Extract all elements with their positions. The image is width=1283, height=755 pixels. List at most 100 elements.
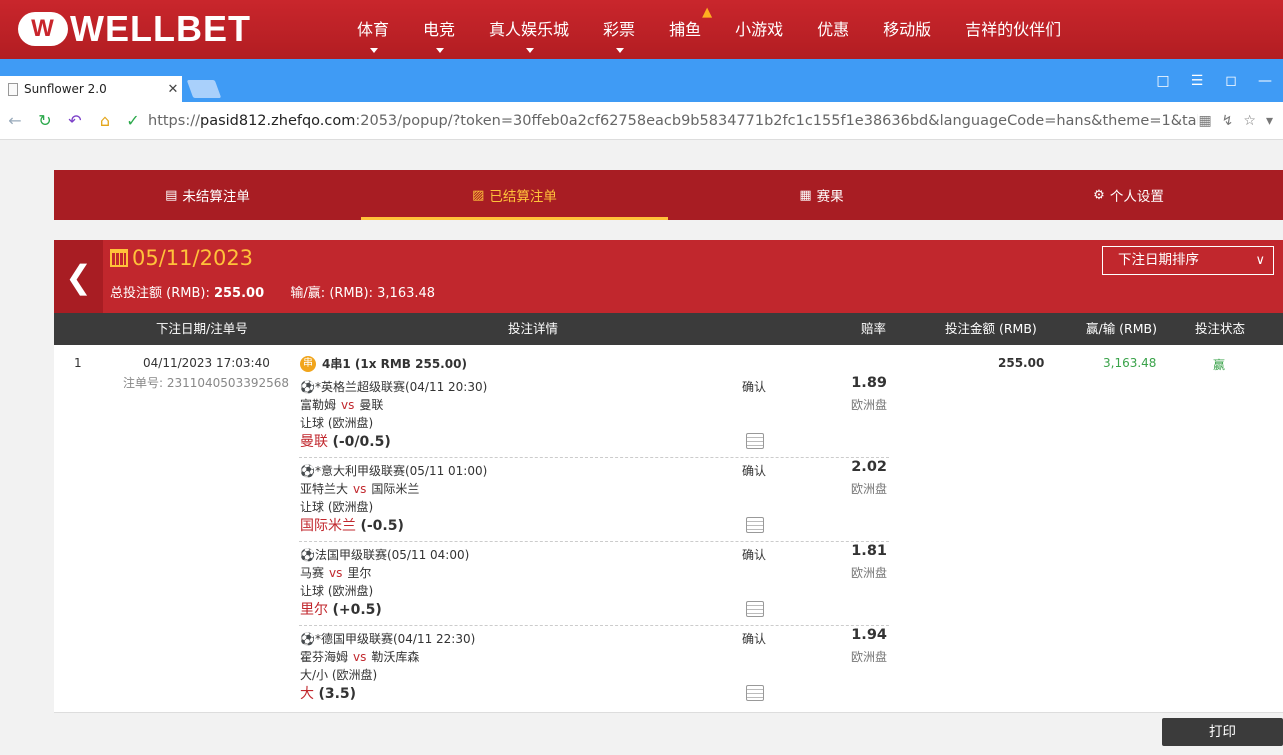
nav-label: 电竞: [423, 20, 456, 39]
qr-code-icon[interactable]: ▦: [1198, 113, 1211, 129]
col-stake: 投注金额 (RMB): [945, 321, 1037, 336]
chevron-down-icon[interactable]: ▾: [1266, 113, 1273, 129]
selection: 大 (3.5): [300, 686, 357, 702]
star-icon[interactable]: ☆: [1243, 113, 1256, 129]
nav-fishing[interactable]: 捕鱼 ▲: [652, 0, 718, 59]
odds-type: 欧洲盘: [850, 650, 887, 664]
back-arrow-icon[interactable]: ❮: [54, 240, 103, 313]
selection: 曼联 (-0/0.5): [300, 434, 391, 450]
tab-label: 个人设置: [1109, 189, 1164, 205]
window-count-icon[interactable]: □: [1153, 73, 1173, 89]
reload-icon[interactable]: ↻: [30, 111, 60, 130]
odds-value: 1.94: [851, 627, 887, 643]
tab-unsettled-bets[interactable]: ▤ 未结算注单: [54, 170, 361, 220]
skin-icon[interactable]: ◻: [1221, 73, 1241, 89]
site-nav: 体育 电竞 真人娱乐城 彩票 捕鱼 ▲ 小游戏 优惠 移动版 吉祥的伙伴们: [340, 0, 1078, 59]
shield-icon[interactable]: ✓: [120, 111, 146, 130]
back-icon[interactable]: ←: [0, 111, 30, 130]
tab-title: Sunflower 2.0: [24, 82, 107, 96]
url-scheme: https://: [148, 112, 200, 129]
page-icon: [8, 82, 18, 96]
col-status: 投注状态: [1195, 321, 1246, 336]
nav-esports[interactable]: 电竞: [406, 0, 472, 59]
soccer-ball-icon: ⚽: [300, 548, 315, 562]
nav-lottery[interactable]: 彩票: [586, 0, 652, 59]
score-board-icon[interactable]: [746, 685, 764, 701]
tab-label: 赛果: [816, 189, 844, 205]
parlay-badge-icon: 串: [300, 355, 316, 372]
nav-label: 优惠: [817, 20, 850, 39]
document-icon: ▨: [472, 187, 485, 203]
flame-icon: ▲: [702, 5, 713, 20]
winloss-label: 输/赢: (RMB):: [290, 286, 374, 301]
score-board-icon[interactable]: [746, 517, 764, 533]
date-text: 05/11/2023: [132, 246, 254, 270]
tab-settled-bets[interactable]: ▨ 已结算注单: [361, 170, 668, 220]
bet-time: 04/11/2023 17:03:40: [143, 356, 270, 370]
nav-live-casino[interactable]: 真人娱乐城: [472, 0, 586, 59]
chevron-down-icon: ∨: [1255, 253, 1265, 268]
soccer-ball-icon: ⚽: [300, 464, 315, 478]
print-button[interactable]: 打印: [1162, 718, 1283, 746]
bet-status: 赢: [1213, 358, 1226, 372]
league-name: ⚽*德国甲级联赛(04/11 22:30): [300, 632, 476, 646]
parlay-summary: 串 4串1 (1x RMB 255.00): [300, 355, 467, 372]
score-board-icon[interactable]: [746, 433, 764, 449]
col-winloss: 赢/输 (RMB): [1086, 321, 1157, 336]
nav-mini-games[interactable]: 小游戏: [718, 0, 800, 59]
nav-promotions[interactable]: 优惠: [800, 0, 866, 59]
lightning-icon[interactable]: ↯: [1222, 113, 1234, 129]
teams: 富勒姆 vs 曼联: [300, 398, 384, 412]
window-controls: □ ☰ ◻ —: [1153, 73, 1275, 89]
sort-select[interactable]: 下注日期排序 ∨: [1102, 246, 1274, 275]
total-stake-label: 总投注额 (RMB):: [110, 286, 210, 301]
close-tab-icon[interactable]: ✕: [164, 82, 182, 97]
minimize-icon[interactable]: —: [1255, 73, 1275, 89]
bet-type: 让球 (欧洲盘): [300, 500, 374, 514]
home-icon[interactable]: ⌂: [90, 111, 120, 130]
url-field[interactable]: https://pasid812.zhefqo.com:2053/popup/?…: [146, 113, 1198, 129]
parlay-leg: ⚽*英格兰超级联赛(04/11 20:30) 富勒姆 vs 曼联 让球 (欧洲盘) …: [299, 374, 889, 458]
menu-icon[interactable]: ☰: [1187, 73, 1207, 89]
col-date-no: 下注日期/注单号: [156, 321, 248, 336]
undo-icon[interactable]: ↶: [60, 111, 90, 130]
nav-label: 小游戏: [735, 20, 784, 39]
bet-history-tabs: ▤ 未结算注单 ▨ 已结算注单 ▦ 赛果 ⚙ 个人设置: [54, 170, 1283, 220]
winloss-value: 3,163.48: [377, 286, 436, 301]
confirm-status: 确认: [742, 548, 767, 562]
nav-label: 移动版: [883, 20, 932, 39]
site-header: W WELLBET 体育 电竞 真人娱乐城 彩票 捕鱼 ▲ 小游戏 优惠 移动版 …: [0, 0, 1283, 59]
nav-label: 捕鱼: [669, 20, 702, 39]
bet-type: 让球 (欧洲盘): [300, 416, 374, 430]
parlay-leg: ⚽*德国甲级联赛(04/11 22:30) 霍芬海姆 vs 勒沃库森 大/小 (欧洲…: [299, 626, 889, 710]
bet-type: 大/小 (欧洲盘): [300, 668, 378, 682]
teams: 霍芬海姆 vs 勒沃库森: [300, 650, 420, 664]
bet-number: 注单号: 2311040503392568: [123, 376, 290, 390]
teams: 马赛 vs 里尔: [300, 566, 372, 580]
score-board-icon[interactable]: [746, 601, 764, 617]
nav-mobile[interactable]: 移动版: [866, 0, 948, 59]
browser-tab-strip: Sunflower 2.0 ✕ □ ☰ ◻ —: [0, 59, 1283, 102]
selection: 国际米兰 (-0.5): [300, 518, 404, 534]
parlay-leg: ⚽*意大利甲级联赛(05/11 01:00) 亚特兰大 vs 国际米兰 让球 (欧洲…: [299, 458, 889, 542]
stake-amount: 255.00: [998, 356, 1045, 370]
confirm-status: 确认: [742, 632, 767, 646]
tab-results[interactable]: ▦ 赛果: [668, 170, 975, 220]
wellbet-logo[interactable]: W WELLBET: [18, 8, 251, 49]
nav-sports[interactable]: 体育: [340, 0, 406, 59]
summary-bar: ❮ 05/11/2023 总投注额 (RMB): 255.00 输/赢: (RM…: [54, 240, 1283, 313]
nav-label: 彩票: [603, 20, 636, 39]
url-host: pasid812.zhefqo.com: [199, 112, 356, 129]
list-icon: ▤: [165, 187, 178, 203]
soccer-ball-icon: ⚽: [300, 632, 315, 646]
caret-down-icon: [436, 48, 445, 53]
caret-down-icon: [616, 48, 625, 53]
sort-label: 下注日期排序: [1118, 252, 1199, 268]
parlay-leg: ⚽法国甲级联赛(05/11 04:00) 马赛 vs 里尔 让球 (欧洲盘) 里尔 …: [299, 542, 889, 626]
tab-personal-settings[interactable]: ⚙ 个人设置: [975, 170, 1282, 220]
new-tab-button[interactable]: [186, 80, 222, 98]
summary-totals: 总投注额 (RMB): 255.00 输/赢: (RMB): 3,163.48: [110, 282, 435, 301]
browser-tab[interactable]: Sunflower 2.0 ✕: [0, 76, 182, 102]
total-stake-value: 255.00: [213, 286, 265, 301]
nav-partners[interactable]: 吉祥的伙伴们: [948, 0, 1078, 59]
